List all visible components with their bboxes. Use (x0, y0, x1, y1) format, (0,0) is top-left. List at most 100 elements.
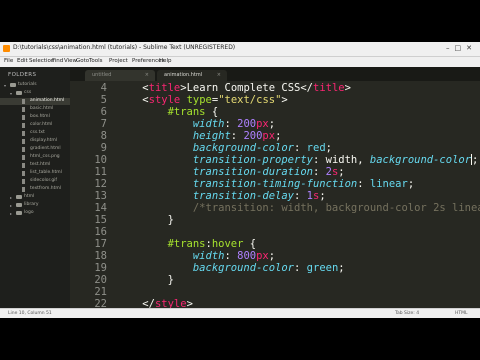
menu-edit[interactable]: Edit (17, 58, 28, 64)
line-number: 14 (94, 202, 107, 214)
code-line[interactable]: 8 height: 200px; (70, 130, 480, 142)
tree-item-label: html_css.png (30, 154, 60, 159)
sidebar-file[interactable]: basic.html (0, 106, 70, 113)
code-text: } (167, 274, 174, 286)
folder-icon (16, 91, 22, 95)
code-line[interactable]: 15 } (70, 214, 480, 226)
code-line[interactable]: 11 transition-duration: 2s; (70, 166, 480, 178)
title-bar: D:\tutorials\css\animation.html (tutoria… (0, 42, 480, 57)
tree-item-label: display.html (30, 138, 58, 143)
file-icon (22, 163, 25, 168)
sidebar-file[interactable]: animation.html (0, 98, 70, 105)
code-line[interactable]: 20 } (70, 274, 480, 286)
code-editor[interactable]: 4 <title>Learn Complete CSS</title> 5 <st… (70, 81, 480, 310)
folder-icon (16, 211, 22, 215)
sidebar-file[interactable]: sidecolor.gif (0, 178, 70, 185)
file-icon (22, 155, 25, 160)
code-line[interactable]: 5 <style type="text/css"> (70, 94, 480, 106)
code-line[interactable]: 18 width: 800px; (70, 250, 480, 262)
file-icon (22, 139, 25, 144)
code-line[interactable]: 9 background-color: red; (70, 142, 480, 154)
code-line[interactable]: 12 transition-timing-function: linear; (70, 178, 480, 190)
chevron-down-icon[interactable]: ▾ (4, 83, 6, 88)
code-line[interactable]: 21 (70, 286, 480, 298)
file-icon (22, 171, 25, 176)
folder-icon (10, 83, 16, 87)
sidebar-file[interactable]: color.html (0, 122, 70, 129)
code-line[interactable]: 14 /*transition: width, background-color… (70, 202, 480, 214)
status-tab-size[interactable]: Tab Size: 4 (395, 311, 419, 316)
file-icon (22, 107, 25, 112)
chevron-right-icon[interactable]: ▸ (10, 211, 12, 216)
tab-close-icon[interactable]: × (145, 72, 149, 78)
code-line[interactable]: 7 width: 200px; (70, 118, 480, 130)
line-number: 10 (94, 154, 107, 166)
code-text: transition-timing-function: linear; (192, 178, 415, 190)
status-syntax[interactable]: HTML (455, 311, 468, 316)
folder-icon (16, 195, 22, 199)
sidebar-file[interactable]: textfrom.html (0, 186, 70, 193)
code-text: transition-property: width, background-c… (192, 154, 479, 166)
menu-file[interactable]: File (4, 58, 13, 64)
menu-tools[interactable]: Tools (89, 58, 103, 64)
window-controls[interactable]: –□✕ (446, 44, 477, 52)
sidebar-file[interactable]: display.html (0, 138, 70, 145)
code-line[interactable]: 17 #trans:hover { (70, 238, 480, 250)
chevron-right-icon[interactable]: ▸ (10, 203, 12, 208)
tree-item-label: html (24, 194, 35, 199)
tree-item-label: logo (24, 210, 34, 215)
editor-tab[interactable]: untitled × (85, 70, 155, 81)
code-line[interactable]: 16 (70, 226, 480, 238)
sidebar-file[interactable]: css.txt (0, 130, 70, 137)
sidebar-folder[interactable]: ▾ tutorials (0, 82, 70, 89)
line-number: 21 (94, 286, 107, 298)
line-number: 17 (94, 238, 107, 250)
tree-item-label: animation.html (30, 98, 65, 103)
sidebar-folder[interactable]: ▸ html (0, 194, 70, 201)
line-number: 16 (94, 226, 107, 238)
chevron-down-icon[interactable]: ▾ (10, 91, 12, 96)
folders-header: FOLDERS (8, 72, 37, 78)
line-number: 15 (94, 214, 107, 226)
sidebar-file[interactable]: list_table.html (0, 170, 70, 177)
code-text: transition-delay: 1s; (192, 190, 326, 202)
tree-item-label: basic.html (30, 106, 54, 111)
close-icon[interactable]: ✕ (466, 44, 477, 52)
code-line[interactable]: 13 transition-delay: 1s; (70, 190, 480, 202)
line-number: 5 (100, 94, 107, 106)
sidebar-folder[interactable]: ▾ css (0, 90, 70, 97)
menu-goto[interactable]: Goto (76, 58, 89, 64)
line-number: 20 (94, 274, 107, 286)
tab-close-icon[interactable]: × (217, 72, 221, 78)
code-text: height: 200px; (192, 130, 282, 142)
menu-project[interactable]: Project (109, 58, 128, 64)
chevron-right-icon[interactable]: ▸ (10, 195, 12, 200)
code-line[interactable]: 10 transition-property: width, backgroun… (70, 154, 480, 166)
sidebar-file[interactable]: test.html (0, 162, 70, 169)
code-line[interactable]: 19 background-color: green; (70, 262, 480, 274)
sidebar-file[interactable]: html_css.png (0, 154, 70, 161)
maximize-icon[interactable]: □ (455, 44, 467, 52)
menu-find[interactable]: Find (52, 58, 63, 64)
sidebar-file[interactable]: box.html (0, 114, 70, 121)
folder-icon (16, 203, 22, 207)
file-icon (22, 179, 25, 184)
sidebar-folder[interactable]: ▸ library (0, 202, 70, 209)
tab-bar: untitled × animation.html × (70, 67, 480, 81)
code-line[interactable]: 6 #trans { (70, 106, 480, 118)
code-text: width: 200px; (192, 118, 276, 130)
sidebar-folder[interactable]: ▸ logo (0, 210, 70, 217)
file-icon (22, 115, 25, 120)
code-line[interactable]: 4 <title>Learn Complete CSS</title> (70, 82, 480, 94)
sidebar-file[interactable]: gradient.html (0, 146, 70, 153)
file-icon (22, 131, 25, 136)
line-number: 6 (100, 106, 107, 118)
tree-item-label: box.html (30, 114, 50, 119)
editor-tab[interactable]: animation.html × (157, 70, 227, 81)
line-number: 7 (100, 118, 107, 130)
line-number: 19 (94, 262, 107, 274)
menu-selection[interactable]: Selection (29, 58, 54, 64)
minimize-icon[interactable]: – (446, 44, 455, 52)
line-number: 8 (100, 130, 107, 142)
menu-help[interactable]: Help (159, 58, 172, 64)
